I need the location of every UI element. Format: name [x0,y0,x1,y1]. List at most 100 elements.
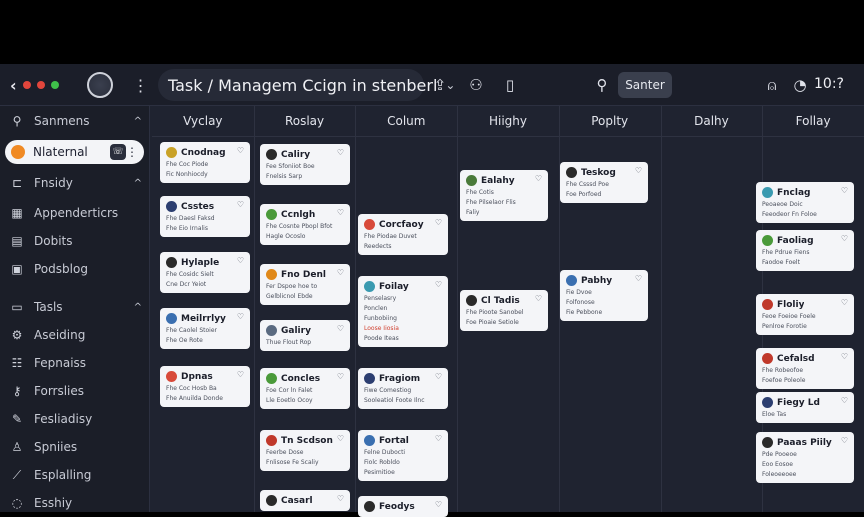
heart-icon[interactable]: ♡ [237,146,244,155]
heart-icon[interactable]: ♡ [237,370,244,379]
sidebar-item[interactable]: ♙ Spniies [10,436,142,458]
share-icon[interactable]: ⇪ [428,73,452,97]
phone-icon[interactable]: ☏ [110,144,126,160]
sidebar-item-active[interactable]: Nlaternal ☏ ⋮ [5,140,144,164]
heart-icon[interactable]: ♡ [435,434,442,443]
heart-icon[interactable]: ♡ [535,294,542,303]
heart-icon[interactable]: ♡ [237,312,244,321]
task-card[interactable]: Meilrrlyy ♡ Fhe Caolel Stoier Fhe Oe Rote [160,308,250,349]
card-detail-line: Felne Dubocti [364,449,406,456]
avatar [266,435,277,446]
task-card[interactable]: Casarl ♡ [260,490,350,511]
task-card[interactable]: Foilay ♡ Penselasry Ponclen Funbobiing Loose … [358,276,448,347]
back-chevron-icon[interactable]: ‹ [10,76,17,95]
task-card[interactable]: Floliy ♡ Feoe Foeioe Foele Penlroe Forotie [756,294,854,335]
heart-icon[interactable]: ♡ [435,500,442,509]
task-card[interactable]: Paaas Piily ♡ Pde Pooeoe Eoo Eosoe Foleoeeoe… [756,432,854,483]
device-icon[interactable]: ▯ [498,73,522,97]
heart-icon[interactable]: ♡ [337,208,344,217]
task-card[interactable]: Pabhy ♡ Fie Dvoe Folfonose Fie Pebbone [560,270,648,321]
column-header[interactable]: Hiighy [457,106,559,136]
user-icon[interactable]: ⚇ [464,73,488,97]
heart-icon[interactable]: ♡ [237,200,244,209]
avatar [364,281,375,292]
task-card[interactable]: Teskog ♡ Fhe Csssd Poe Foe Porfoed [560,162,648,203]
sidebar-item[interactable]: ⊏ Fnsidy ^ [10,172,142,194]
minimize-dot-icon[interactable] [36,81,45,89]
heart-icon[interactable]: ♡ [435,218,442,227]
column-header[interactable]: Vyclay [152,106,254,136]
task-card[interactable]: Faoliag ♡ Fhe Pdrue Fiens Faodoe Foelt [756,230,854,271]
task-card[interactable]: Concles ♡ Foe Cor ln Falet Lle Eoetlo Ocoy [260,368,350,409]
heart-icon[interactable]: ♡ [635,166,642,175]
task-card[interactable]: Ealahy ♡ Fhe Cotis Fhe Pilselaor Flis Faliy [460,170,548,221]
task-card[interactable]: Hylaple ♡ Fhe Cosidc Sielt Cne Dcr Yeiot [160,252,250,293]
heart-icon[interactable]: ♡ [635,274,642,283]
sidebar-item[interactable]: ▣ Podsblog [10,258,142,280]
sidebar-item[interactable]: ✎ Fesliadisy [10,408,142,430]
settings-icon: ⚙ [11,328,23,342]
heart-icon[interactable]: ♡ [841,396,848,405]
search-icon[interactable]: ⚲ [590,73,614,97]
sidebar-item[interactable]: ▦ Appenderticrs [10,202,142,224]
task-card[interactable]: Ccnlgh ♡ Fhe Cosnte Pbopl Bfot Hagle Ocoslo [260,204,350,245]
sidebar-item[interactable]: ▭ Tasls ^ [10,296,142,318]
heart-icon[interactable]: ♡ [841,234,848,243]
pencil-icon: ✎ [11,412,23,426]
sidebar-item[interactable]: ◌ Esshiy [10,492,142,514]
heart-icon[interactable]: ♡ [337,324,344,333]
heart-icon[interactable]: ♡ [337,148,344,157]
column-header[interactable]: Dalhy [661,106,763,136]
task-card[interactable]: Galiry ♡ Thue Flout Rop [260,320,350,351]
task-card[interactable]: Cl Tadis ♡ Fhe Pioote Sanobel Foe Pioaie Se… [460,290,548,331]
close-dot-icon[interactable] [22,81,31,89]
task-card[interactable]: Feodys ♡ [358,496,448,517]
card-detail-line: Fhe Robeofoe [762,367,804,374]
task-card[interactable]: Fnclag ♡ Peoaeoe Doic Feeodeor Fn Foloe [756,182,854,223]
heart-icon[interactable]: ♡ [841,298,848,307]
sidebar-header[interactable]: ⚲ Sanmens ^ [10,110,142,132]
column-header[interactable]: Colum [355,106,457,136]
sidebar-item[interactable]: ⚷ Forrslies [10,380,142,402]
heart-icon[interactable]: ♡ [337,434,344,443]
sidebar-item[interactable]: ⟋ Esplalling [10,464,142,486]
task-card[interactable]: Fiegy Ld ♡ Eloe Tas [756,392,854,423]
task-card[interactable]: Cefalsd ♡ Fhe Robeofoe Foefoe Poleole [756,348,854,389]
clock-icon[interactable]: ◔ [788,73,812,97]
card-title: Foilay [379,281,409,292]
maximize-dot-icon[interactable] [50,81,59,89]
board-title-selector[interactable]: Task / Managem Ccign in stenberl ⌄ [158,69,455,101]
task-card[interactable]: Csstes ♡ Fhe Daesl Faksd Fhe Eio Irnalis [160,196,250,237]
globe-icon[interactable] [86,72,113,98]
column-header[interactable]: Poplty [559,106,661,136]
card-detail-line: Cne Dcr Yeiot [166,281,207,288]
column-header[interactable]: Follay [762,106,864,136]
heart-icon[interactable]: ♡ [841,186,848,195]
task-card[interactable]: Fno Denl ♡ Fer Dspoe hoe to Gelblicnol Ebde [260,264,350,305]
task-card[interactable]: Dpnas ♡ Fhe Coc Hosb Ba Fhe Anuilda Donde [160,366,250,407]
task-card[interactable]: Fragiom ♡ Fiwe Comestiog Sooleatiol Foote I… [358,368,448,409]
task-card[interactable]: Fortal ♡ Felne Dubocti Fiolc Robldo Pesimiti… [358,430,448,481]
heart-icon[interactable]: ♡ [337,372,344,381]
heart-icon[interactable]: ♡ [237,256,244,265]
heart-icon[interactable]: ♡ [841,352,848,361]
heart-icon[interactable]: ♡ [337,494,344,503]
sidebar-item[interactable]: ☷ Fepnaiss [10,352,142,374]
task-card[interactable]: Corcfaoy ♡ Fhe Piodae Duvet Reedects [358,214,448,255]
task-card[interactable]: Cnodnag ♡ Fhe Coc Piode Fic Nonhiocdy [160,142,250,183]
heart-icon[interactable]: ♡ [435,372,442,381]
task-card[interactable]: Caliry ♡ Fee Sfoniiot Boe Fnelsis Sarp [260,144,350,185]
sidebar-item[interactable]: ⚙ Aseiding [10,324,142,346]
heart-icon[interactable]: ♡ [841,436,848,445]
card-title: Dpnas [181,371,213,382]
task-card[interactable]: Tn Scdson ♡ Feerbe Dose Fnlisose Fe Scaliy [260,430,350,471]
heart-icon[interactable]: ♡ [535,174,542,183]
heart-icon[interactable]: ♡ [337,268,344,277]
search-button[interactable]: Santer [618,72,672,98]
more-vertical-icon[interactable]: ⋮ [133,76,149,95]
sidebar-item[interactable]: ▤ Dobits [10,230,142,252]
bell-icon[interactable]: ⍝ [760,73,784,97]
column-header[interactable]: Roslay [254,106,356,136]
more-vertical-icon[interactable]: ⋮ [126,145,138,159]
heart-icon[interactable]: ♡ [435,280,442,289]
